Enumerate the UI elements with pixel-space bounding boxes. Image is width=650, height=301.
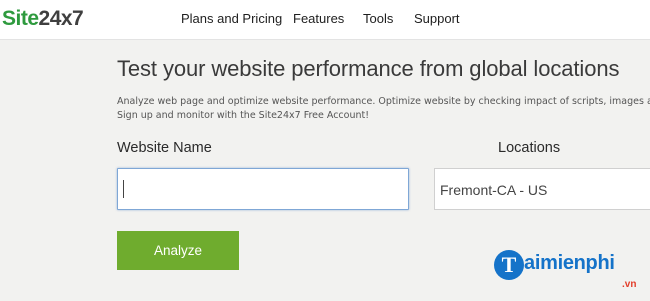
- locations-select[interactable]: Fremont-CA - US: [434, 168, 650, 210]
- top-navigation-bar: Site24x7 Plans and Pricing Features Tool…: [0, 0, 650, 40]
- page-title: Test your website performance from globa…: [117, 56, 620, 81]
- watermark-domain: .vn: [622, 279, 637, 290]
- website-name-label: Website Name: [117, 140, 212, 156]
- taimienphi-logo-icon: T: [494, 250, 524, 280]
- locations-label: Locations: [498, 140, 561, 156]
- page-description-line-1: Analyze web page and optimize website pe…: [117, 96, 650, 107]
- page-description-line-2: Sign up and monitor with the Site24x7 Fr…: [117, 110, 370, 121]
- website-name-input[interactable]: [118, 169, 408, 209]
- locations-selected-value: Fremont-CA - US: [440, 182, 548, 198]
- nav-support[interactable]: Support: [414, 11, 460, 26]
- analyze-button[interactable]: Analyze: [117, 231, 239, 270]
- site24x7-logo[interactable]: Site24x7: [2, 7, 84, 31]
- watermark-text: aimienphi: [524, 252, 615, 274]
- nav-plans-and-pricing[interactable]: Plans and Pricing: [181, 11, 282, 26]
- taimienphi-watermark: T aimienphi .vn: [494, 250, 644, 296]
- text-cursor: [123, 180, 124, 198]
- website-name-field[interactable]: [117, 168, 409, 210]
- nav-tools[interactable]: Tools: [363, 11, 393, 26]
- nav-features[interactable]: Features: [293, 11, 344, 26]
- logo-site-text: Site: [2, 7, 39, 30]
- logo-24x7-text: 24x7: [38, 7, 84, 30]
